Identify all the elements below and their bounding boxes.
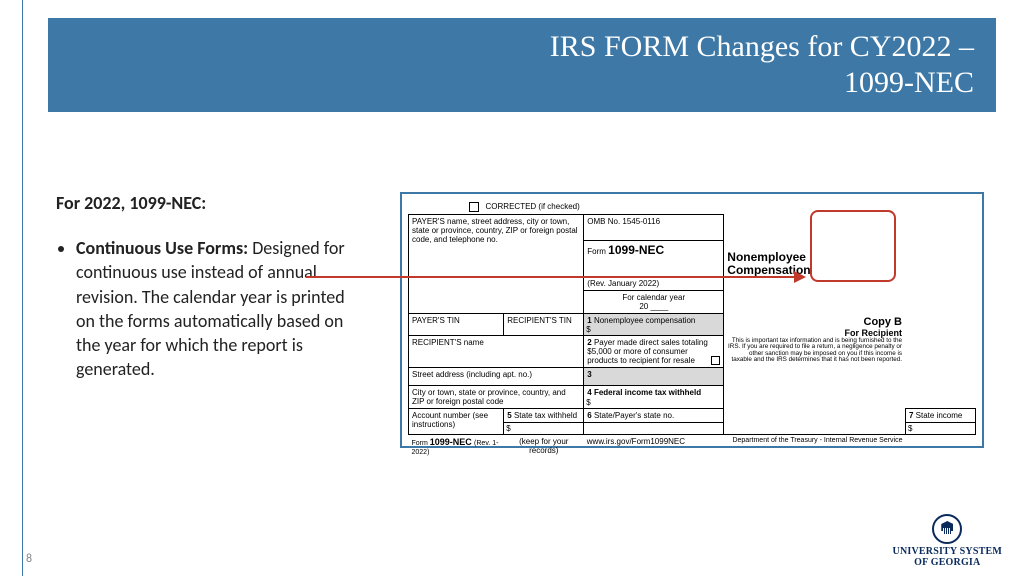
recipient-name-label: RECIPIENT'S name bbox=[409, 336, 584, 368]
footer-line-1: UNIVERSITY SYSTEM bbox=[893, 546, 1002, 557]
box-7: 7 State income bbox=[906, 409, 976, 423]
bullet-item: Continuous Use Forms: Designed for conti… bbox=[76, 236, 366, 382]
footer-line-2: OF GEORGIA bbox=[893, 557, 1002, 568]
footer-keep: (keep for your records) bbox=[504, 435, 584, 459]
recipient-tin-label: RECIPIENT'S TIN bbox=[504, 314, 584, 336]
footer-url: www.irs.gov/Form1099NEC bbox=[584, 435, 724, 459]
footer-dept: Department of the Treasury - Internal Re… bbox=[724, 435, 906, 459]
fine-print: This is important tax information and is… bbox=[727, 338, 902, 364]
box-6: 6 State/Payer's state no. bbox=[584, 409, 724, 423]
slide-title-bar: IRS FORM Changes for CY2022 – 1099-NEC bbox=[48, 18, 996, 112]
omb-number: OMB No. 1545-0116 bbox=[584, 215, 724, 241]
for-recipient-label: For Recipient bbox=[727, 328, 902, 338]
slide-number: 8 bbox=[26, 552, 32, 566]
box-2: 2 Payer made direct sales totaling $5,00… bbox=[584, 336, 724, 368]
title-line-2: 1099-NEC bbox=[844, 65, 974, 101]
footer-form-id: Form 1099-NEC (Rev. 1-2022) bbox=[409, 435, 504, 459]
payer-tin-label: PAYER'S TIN bbox=[409, 314, 504, 336]
body-heading: For 2022, 1099-NEC: bbox=[56, 192, 366, 214]
city-label: City or town, state or province, country… bbox=[409, 386, 584, 409]
bullet-title: Continuous Use Forms: bbox=[76, 237, 248, 259]
revision-date: (Rev. January 2022) bbox=[584, 277, 724, 291]
box-2-checkbox-icon bbox=[711, 356, 720, 365]
copy-b-label: Copy B bbox=[727, 316, 902, 328]
form-type-title: Nonemployee Compensation bbox=[727, 251, 902, 277]
callout-arrow bbox=[306, 276, 804, 278]
usg-seal-icon bbox=[932, 514, 962, 544]
street-label: Street address (including apt. no.) bbox=[409, 368, 584, 386]
title-line-1: IRS FORM Changes for CY2022 – bbox=[550, 29, 974, 65]
box-6-value bbox=[584, 423, 724, 435]
box-5-amount: $ bbox=[504, 423, 584, 435]
payer-name-block: PAYER'S name, street address, city or to… bbox=[409, 215, 584, 277]
calendar-year-box: For calendar year 20 ____ bbox=[584, 291, 724, 314]
left-rule bbox=[22, 0, 23, 576]
footer-logo: UNIVERSITY SYSTEM OF GEORGIA bbox=[893, 514, 1002, 568]
box-3: 3 bbox=[584, 368, 724, 386]
box-4: 4 Federal income tax withheld$ bbox=[584, 386, 724, 409]
form-1099-nec-image: CORRECTED (if checked) PAYER'S name, str… bbox=[400, 192, 984, 448]
box-5: 5 State tax withheld bbox=[504, 409, 584, 423]
body-text: For 2022, 1099-NEC: Continuous Use Forms… bbox=[56, 192, 366, 382]
corrected-checkbox-icon bbox=[469, 202, 479, 212]
box-1: 1 Nonemployee compensation$ bbox=[584, 314, 724, 336]
account-label: Account number (see instructions) bbox=[409, 409, 504, 435]
corrected-label: CORRECTED (if checked) bbox=[409, 200, 584, 215]
box-7-amount: $ bbox=[906, 423, 976, 435]
form-label: Form 1099-NEC bbox=[584, 241, 724, 277]
